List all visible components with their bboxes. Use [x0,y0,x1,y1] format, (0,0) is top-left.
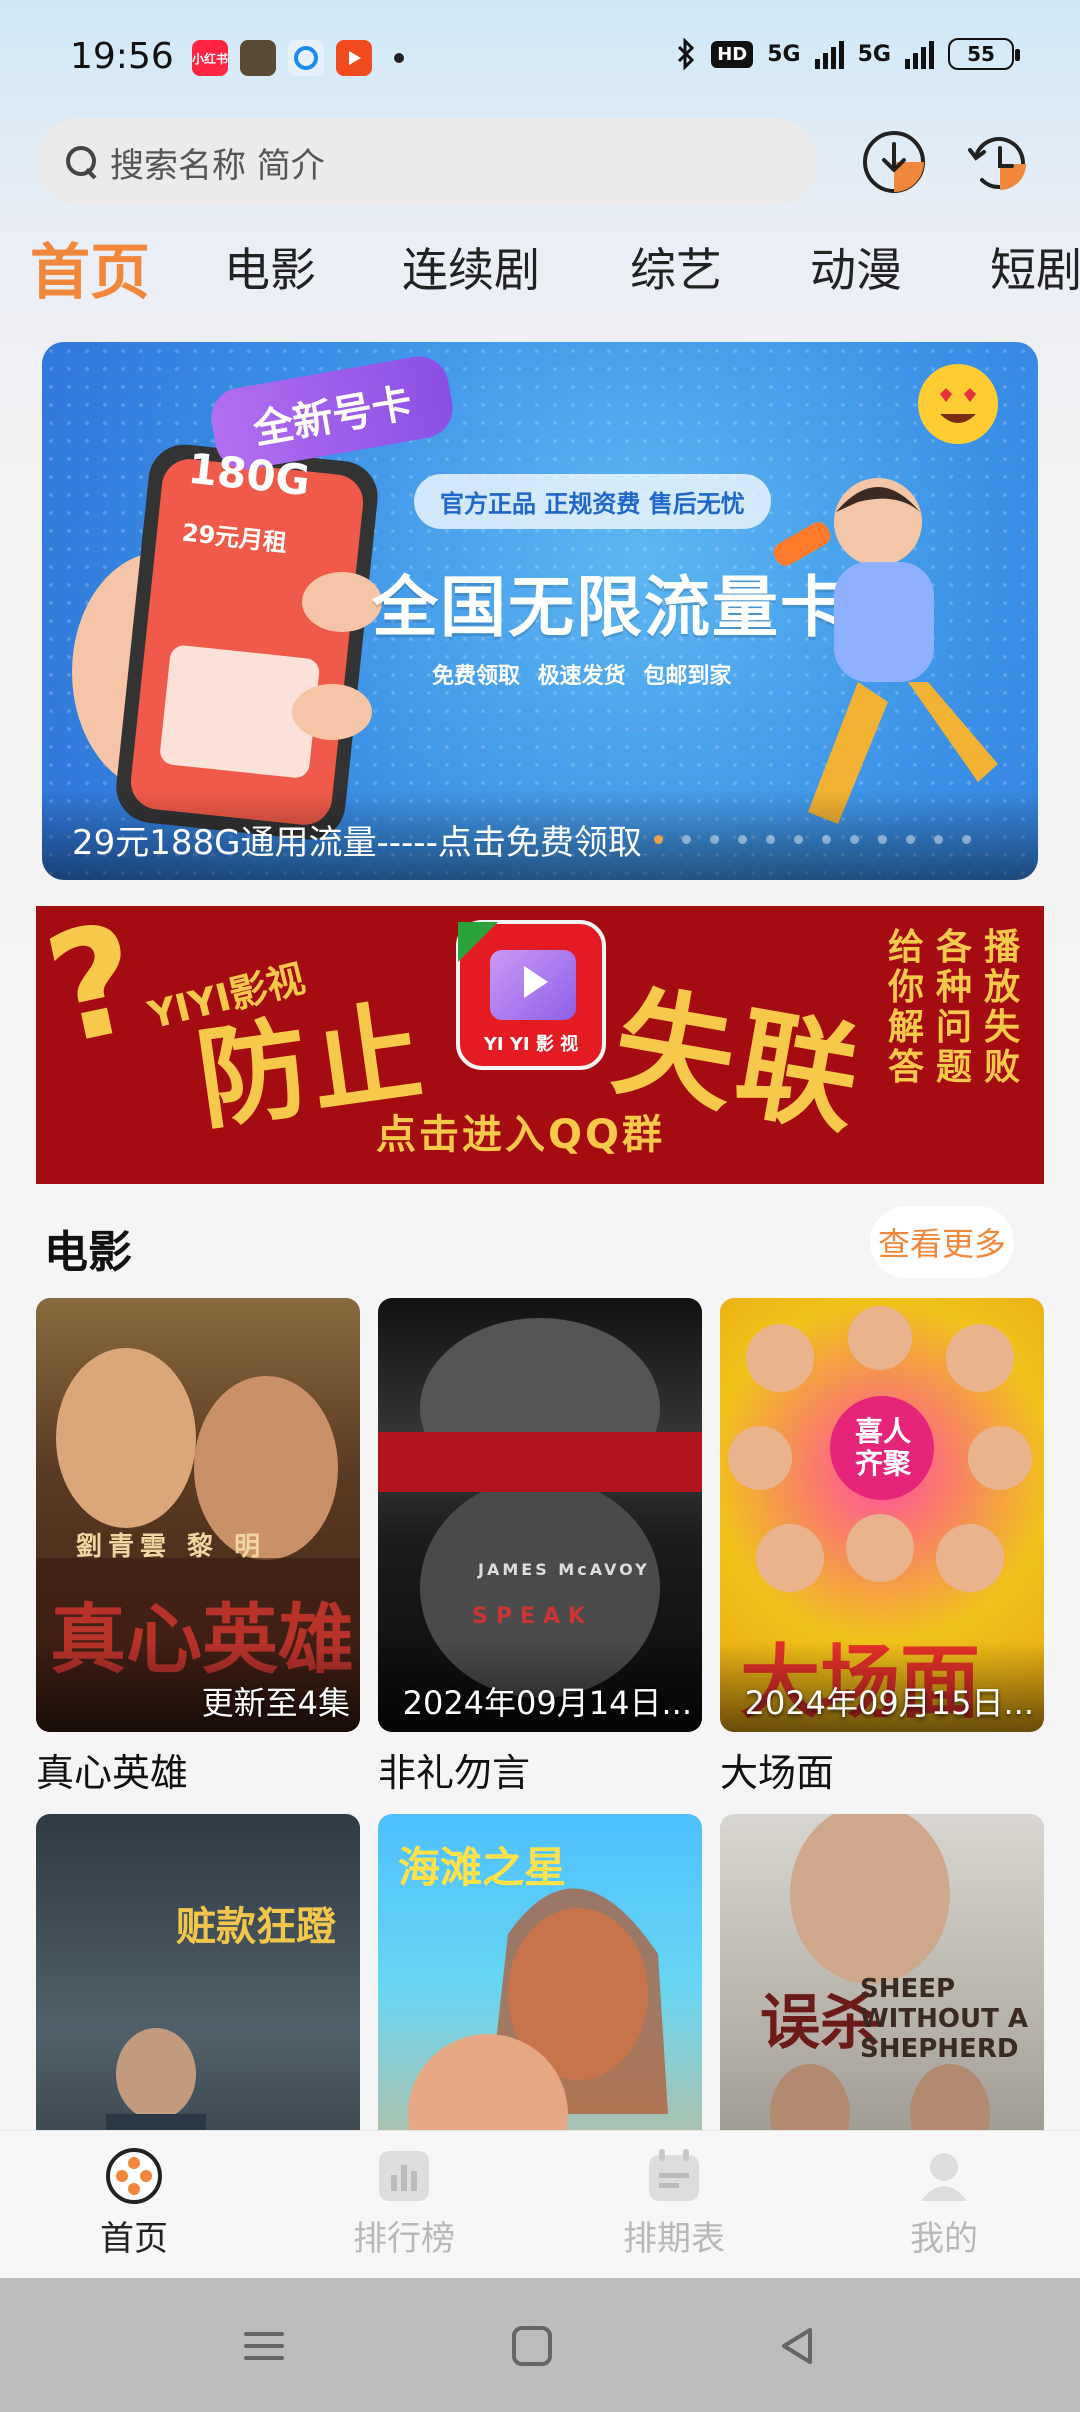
side-char: 失 [983,1007,1020,1048]
back-icon[interactable] [770,2318,826,2374]
side-char: 各 [935,927,972,968]
notification-icons: 小红书 [192,40,404,76]
xiaohongshu-icon: 小红书 [192,40,228,76]
banner-subtitle: 免费领取 极速发货 包邮到家 [432,664,732,689]
nav-label: 排期表 [623,2219,725,2259]
promo-banner[interactable]: 全新号卡 180G 29元月租 官方正品 正规资费 售后无忧 全国无限流量卡 免… [42,342,1038,880]
system-nav-bar [0,2278,1080,2412]
section-title: 电影 [44,1227,132,1278]
bluetooth-icon [678,38,695,70]
side-char: 问 [935,1007,972,1048]
side-char: 种 [935,967,972,1008]
question-mark-decoration: ? [36,906,155,1080]
poster-en-title: SHEEP WITHOUT A SHEPHERD [860,1974,1028,2064]
film-reel-icon [106,2148,162,2204]
tab-movies[interactable]: 电影 [224,234,316,300]
join-qq-group-text: 点击进入QQ群 [376,1112,666,1158]
side-char: 播 [983,927,1020,968]
poster-tag-art: 喜人齐聚 [854,1415,911,1480]
hd-badge: HD [711,40,754,68]
signal-icon [814,39,844,69]
release-date-badge: 2024年09月14日... [402,1684,692,1722]
movie-poster[interactable]: 劉青雲 黎 明 真心英雄 更新至4集 [36,1298,360,1732]
banner-caption: 29元188G通用流量-----点击免费领取 [72,823,642,863]
nav-label: 排行榜 [353,2219,455,2259]
poster-red-band [378,1432,702,1492]
home-square-icon[interactable] [504,2318,560,2374]
battery-icon: 55 [948,38,1020,70]
history-icon [968,137,1026,190]
download-button[interactable] [858,126,930,198]
side-char: 败 [983,1047,1020,1088]
side-char: 你 [887,967,924,1008]
side-char: 给 [887,927,924,968]
search-icon [64,144,100,180]
play-icon [490,950,576,1020]
movie-title[interactable]: 大场面 [720,1742,834,1797]
battery-level: 55 [967,42,995,66]
update-badge: 更新至4集 [201,1684,350,1722]
chart-icon [379,2151,429,2201]
heart-eyes-emoji-icon [918,364,998,444]
poster-actor: JAMES McAVOY [478,1560,650,1579]
calendar-icon [649,2149,699,2201]
side-char: 答 [887,1047,924,1088]
category-tabs: 首页 电影 连续剧 综艺 动漫 短剧 [0,222,1080,312]
qq-group-banner[interactable]: ? YIYI影视 防止 YI YI 影 视 失联 点击进入QQ群 给 你 解 答… [36,906,1044,1184]
poster-title-art: SPEAK [472,1604,594,1629]
logo-label: YI YI 影 视 [483,1034,579,1055]
side-char: 放 [983,967,1020,1008]
nav-home[interactable]: 首页 [34,2139,234,2279]
movie-poster[interactable]: 喜人齐聚 大场面 2024年09月15日... [720,1298,1044,1732]
search-placeholder: 搜索名称 简介 [110,145,325,186]
browser-icon [288,40,324,76]
app-thumbnail-icon [240,40,276,76]
movie-title[interactable]: 真心英雄 [36,1742,188,1797]
tab-series[interactable]: 连续剧 [402,234,540,300]
status-indicators: HD 5G 5G 55 [675,38,1020,70]
search-input[interactable]: 搜索名称 简介 [36,118,818,206]
poster-title-art: 海滩之星 [398,1843,567,1892]
view-more-button[interactable]: 查看更多 [870,1206,1014,1278]
movie-poster[interactable]: JAMES McAVOY SPEAK 2024年09月14日... [378,1298,702,1732]
network-type-2: 5G [857,41,891,67]
user-icon [921,2153,967,2201]
history-button[interactable] [962,126,1034,198]
tab-variety[interactable]: 综艺 [630,234,722,300]
side-char: 题 [935,1047,972,1088]
menu-icon[interactable] [236,2318,292,2374]
poster-cast: 劉青雲 黎 明 [76,1532,267,1562]
nav-profile[interactable]: 我的 [844,2139,1044,2279]
tab-anime[interactable]: 动漫 [810,234,902,300]
signal-icon-2 [905,39,934,69]
status-time: 19:56 [70,36,174,77]
nav-label: 首页 [100,2219,168,2259]
tab-home[interactable]: 首页 [30,224,150,311]
official-tag: 官方正品 正规资费 售后无忧 [414,474,771,529]
nav-label: 我的 [910,2219,978,2259]
nav-ranking[interactable]: 排行榜 [304,2139,504,2279]
status-bar: 19:56 小红书 HD 5G 5G 55 [0,0,1080,120]
carousel-indicator [654,835,971,844]
video-play-icon [336,40,372,76]
yiyi-app-logo: YI YI 影 视 [456,920,606,1070]
movie-title[interactable]: 非礼勿言 [378,1742,530,1797]
release-date-badge: 2024年09月15日... [744,1684,1034,1722]
download-icon [863,131,925,193]
more-notifications-dot [394,53,404,63]
network-type-1: 5G [767,41,801,67]
nav-schedule[interactable]: 排期表 [574,2139,774,2279]
tab-short-drama[interactable]: 短剧 [990,234,1080,300]
side-char: 解 [887,1007,924,1048]
side-text: 给 你 解 答 各 种 问 题 播 放 失 败 [888,928,1020,1088]
bottom-nav: 首页 排行榜 排期表 我的 [0,2130,1080,2278]
poster-title-art: 赃款狂蹬 [176,1904,336,1950]
